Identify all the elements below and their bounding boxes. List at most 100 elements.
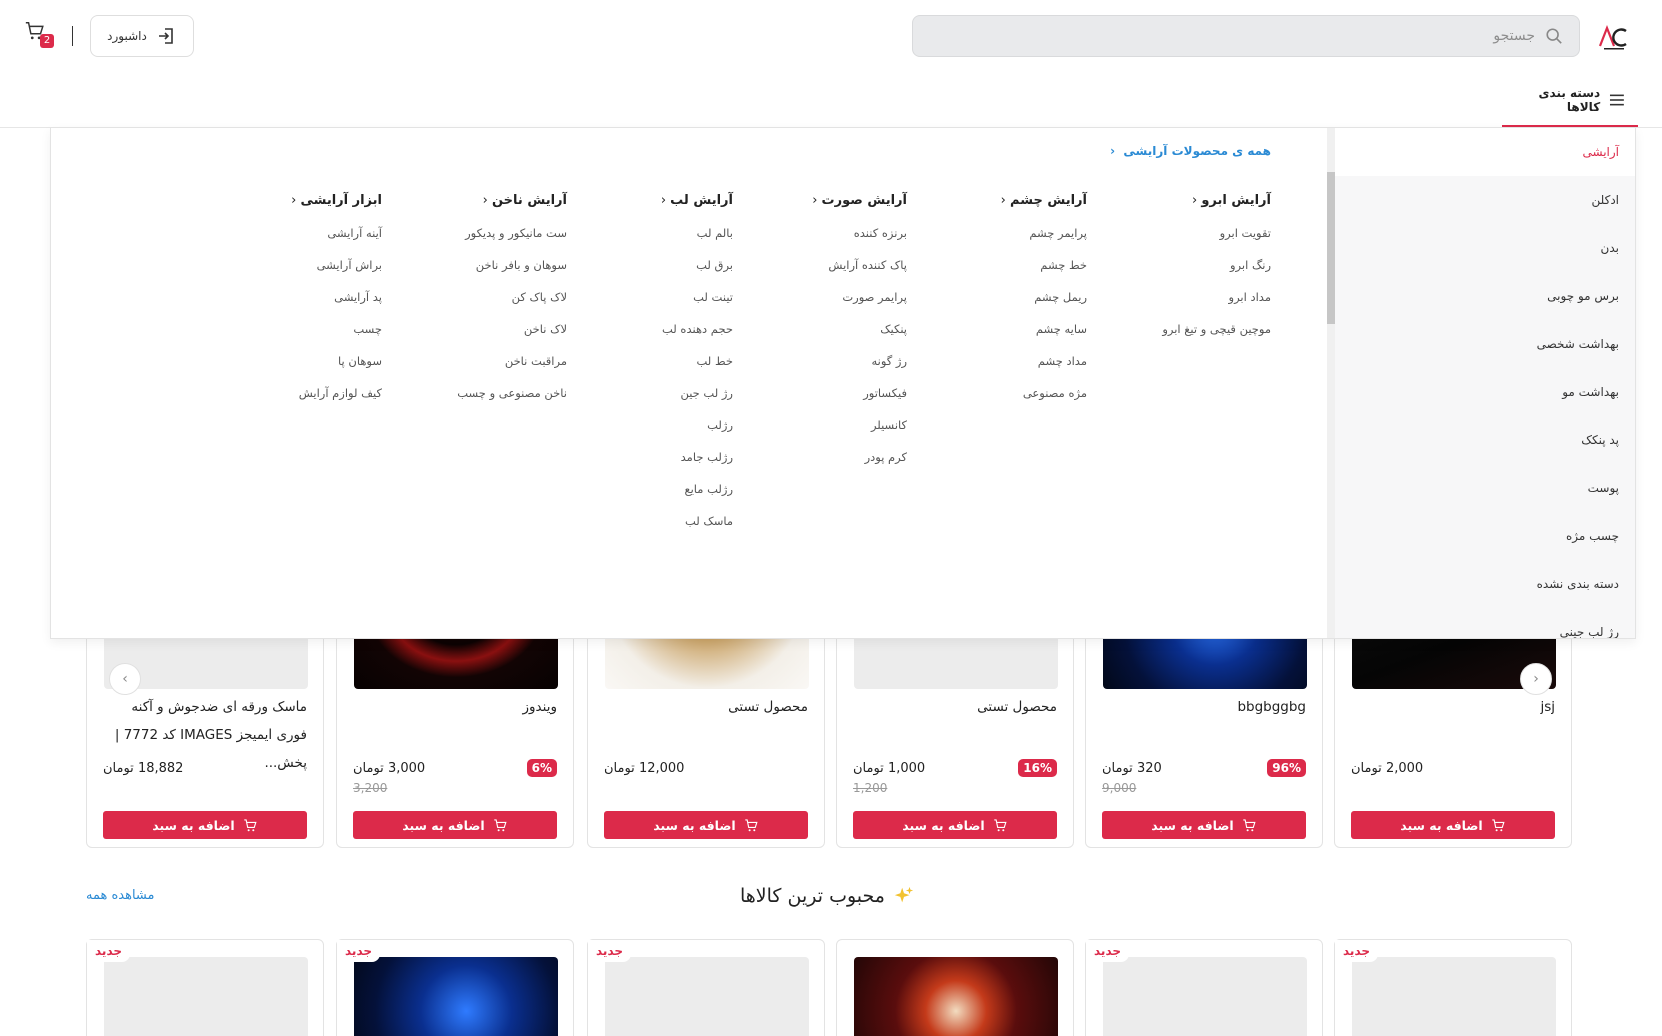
subcategory-link[interactable]: رژ گونه	[812, 354, 907, 386]
subcategory-link[interactable]: ماسک لب	[661, 514, 733, 546]
subcategory-link[interactable]: چسب	[291, 322, 382, 354]
add-to-cart-button[interactable]: اضافه به سبد	[1351, 811, 1555, 839]
subcategory-link[interactable]: سوهان و بافر ناخن	[457, 258, 567, 290]
product-image[interactable]: تصویر موجود نیست	[1352, 957, 1556, 1036]
subcategory-link[interactable]: خط چشم	[1001, 258, 1087, 290]
site-logo[interactable]	[1596, 20, 1630, 54]
subcategory-link[interactable]: لاک ناخن	[457, 322, 567, 354]
product-name[interactable]: محصول تستی	[851, 693, 1057, 721]
subcategory-link[interactable]: ناخن مصنوعی و چسب	[457, 386, 567, 418]
add-to-cart-label: اضافه به سبد	[1151, 817, 1234, 833]
popular-title-text: محبوب ترین کالاها	[740, 885, 885, 907]
chevron-left-icon: ‹	[1000, 193, 1011, 208]
search-input[interactable]	[935, 16, 1535, 56]
sidebar-category-item[interactable]: دسته بندی نشده	[1335, 560, 1635, 608]
product-name[interactable]: محصول تستی	[602, 693, 808, 721]
subcategory-link[interactable]: براش آرایشی	[291, 258, 382, 290]
scrollbar-thumb[interactable]	[1327, 172, 1335, 324]
sidebar-category-item[interactable]: بهداشت مو	[1335, 368, 1635, 416]
subcategory-heading[interactable]: آرایش چشم ‹	[1001, 193, 1087, 208]
subcategory-link[interactable]: رژ لب جین	[661, 386, 733, 418]
subcategory-link[interactable]: مداد چشم	[1001, 354, 1087, 386]
subcategory-link[interactable]: سایه چشم	[1001, 322, 1087, 354]
cart-icon	[993, 818, 1007, 831]
search-bar[interactable]	[912, 15, 1580, 57]
subcategory-link[interactable]: رنگ ابرو	[1162, 258, 1271, 290]
sidebar-category-item[interactable]: پوست	[1335, 464, 1635, 512]
sidebar-scrollbar[interactable]	[1327, 128, 1335, 638]
subcategory-link[interactable]: رژلب مایع	[661, 482, 733, 514]
product-name[interactable]: ویندوز	[351, 693, 557, 721]
subcategory-link[interactable]: پد آرایشی	[291, 290, 382, 322]
subcategory-heading[interactable]: آرایش لب ‹	[661, 193, 733, 208]
dashboard-button[interactable]: داشبورد	[90, 15, 194, 57]
add-to-cart-button[interactable]: اضافه به سبد	[103, 811, 307, 839]
sidebar-category-item[interactable]: چسب مژه	[1335, 512, 1635, 560]
subcategory-link[interactable]: پرایمر چشم	[1001, 226, 1087, 258]
subcategory-link[interactable]: کرم پودر	[812, 450, 907, 482]
search-icon	[1546, 28, 1562, 44]
subcategory-link[interactable]: موچین قیچی و تیغ ابرو	[1162, 322, 1271, 354]
subcategory-link[interactable]: رژلب جامد	[661, 450, 733, 482]
subcategory-link[interactable]: تقویت ابرو	[1162, 226, 1271, 258]
subcategory-link[interactable]: آینه آرایشی	[291, 226, 382, 258]
subcategory-heading-label: ابزار آرایشی	[300, 193, 382, 208]
product-name[interactable]: jsj	[1349, 693, 1555, 721]
subcategory-link[interactable]: لاک پاک کن	[457, 290, 567, 322]
subcategory-link[interactable]: پرایمر صورت	[812, 290, 907, 322]
subcategory-heading[interactable]: آرایش صورت ‹	[812, 193, 907, 208]
product-price: 320 تومان	[1102, 761, 1162, 776]
cart-count-badge: 2	[40, 34, 54, 48]
discount-badge: 16%	[1018, 759, 1057, 777]
sidebar-category-item[interactable]: برس مو چوبی	[1335, 272, 1635, 320]
subcategory-link[interactable]: بالم لب	[661, 226, 733, 258]
all-products-label: همه ی محصولات آرایشی	[1123, 144, 1271, 158]
all-products-link[interactable]: همه ی محصولات آرایشی ‹	[1110, 144, 1271, 158]
add-to-cart-button[interactable]: اضافه به سبد	[604, 811, 808, 839]
subcategory-link[interactable]: مژه مصنوعی	[1001, 386, 1087, 418]
product-name[interactable]: bbgbggbg	[1100, 693, 1306, 721]
product-image[interactable]: تصویر موجود نیست	[1103, 957, 1307, 1036]
subcategory-heading-label: آرایش صورت	[821, 193, 907, 208]
subcategory-heading[interactable]: آرایش ابرو ‹	[1162, 193, 1271, 208]
product-image[interactable]	[354, 957, 558, 1036]
chevron-left-icon: ‹	[482, 193, 492, 208]
sidebar-category-item[interactable]: پد پنکک	[1335, 416, 1635, 464]
add-to-cart-button[interactable]: اضافه به سبد	[353, 811, 557, 839]
categories-menu-button[interactable]: دسته بندی کالاها	[1502, 84, 1638, 127]
cart-icon	[493, 818, 507, 831]
subcategory-link[interactable]: فیکساتور	[812, 386, 907, 418]
subcategory-link[interactable]: حجم دهنده لب	[661, 322, 733, 354]
product-image[interactable]: تصویر موجود نیست	[605, 957, 809, 1036]
carousel-prev-arrow[interactable]: ‹	[109, 663, 141, 695]
subcategory-link[interactable]: ریمل چشم	[1001, 290, 1087, 322]
sidebar-category-item[interactable]: رژ لب جینی	[1335, 608, 1635, 638]
subcategory-link[interactable]: پاک کننده آرایش	[812, 258, 907, 290]
sidebar-category-item[interactable]: ادکلن	[1335, 176, 1635, 224]
add-to-cart-button[interactable]: اضافه به سبد	[1102, 811, 1306, 839]
product-image[interactable]: تصویر موجود نیست	[104, 957, 308, 1036]
subcategory-link[interactable]: خط لب	[661, 354, 733, 386]
subcategory-link[interactable]: ست مانیکور و پدیکور	[457, 226, 567, 258]
subcategory-heading[interactable]: ابزار آرایشی ‹	[291, 193, 382, 208]
carousel-next-arrow[interactable]: ›	[1520, 663, 1552, 695]
subcategory-link[interactable]: پنکیک	[812, 322, 907, 354]
sidebar-category-item[interactable]: بهداشت شخصی	[1335, 320, 1635, 368]
sidebar-category-item[interactable]: بدن	[1335, 224, 1635, 272]
subcategory-link[interactable]: مداد ابرو	[1162, 290, 1271, 322]
subcategory-link[interactable]: کیف لوازم آرایش	[291, 386, 382, 418]
add-to-cart-button[interactable]: اضافه به سبد	[853, 811, 1057, 839]
see-all-link[interactable]: مشاهده همه	[86, 888, 155, 903]
cart-button[interactable]: 2	[24, 20, 56, 50]
sidebar-category-item[interactable]: آرایشی	[1335, 128, 1635, 176]
subcategory-link[interactable]: کانسیلر	[812, 418, 907, 450]
subcategory-link[interactable]: برنزه کننده	[812, 226, 907, 258]
subcategory-link[interactable]: برق لب	[661, 258, 733, 290]
cart-icon	[1242, 818, 1256, 831]
subcategory-link[interactable]: مراقبت ناخن	[457, 354, 567, 386]
product-image[interactable]	[854, 957, 1058, 1036]
subcategory-link[interactable]: تینت لب	[661, 290, 733, 322]
subcategory-link[interactable]: سوهان پا	[291, 354, 382, 386]
subcategory-heading[interactable]: آرایش ناخن ‹	[457, 193, 567, 208]
subcategory-link[interactable]: رژلب	[661, 418, 733, 450]
